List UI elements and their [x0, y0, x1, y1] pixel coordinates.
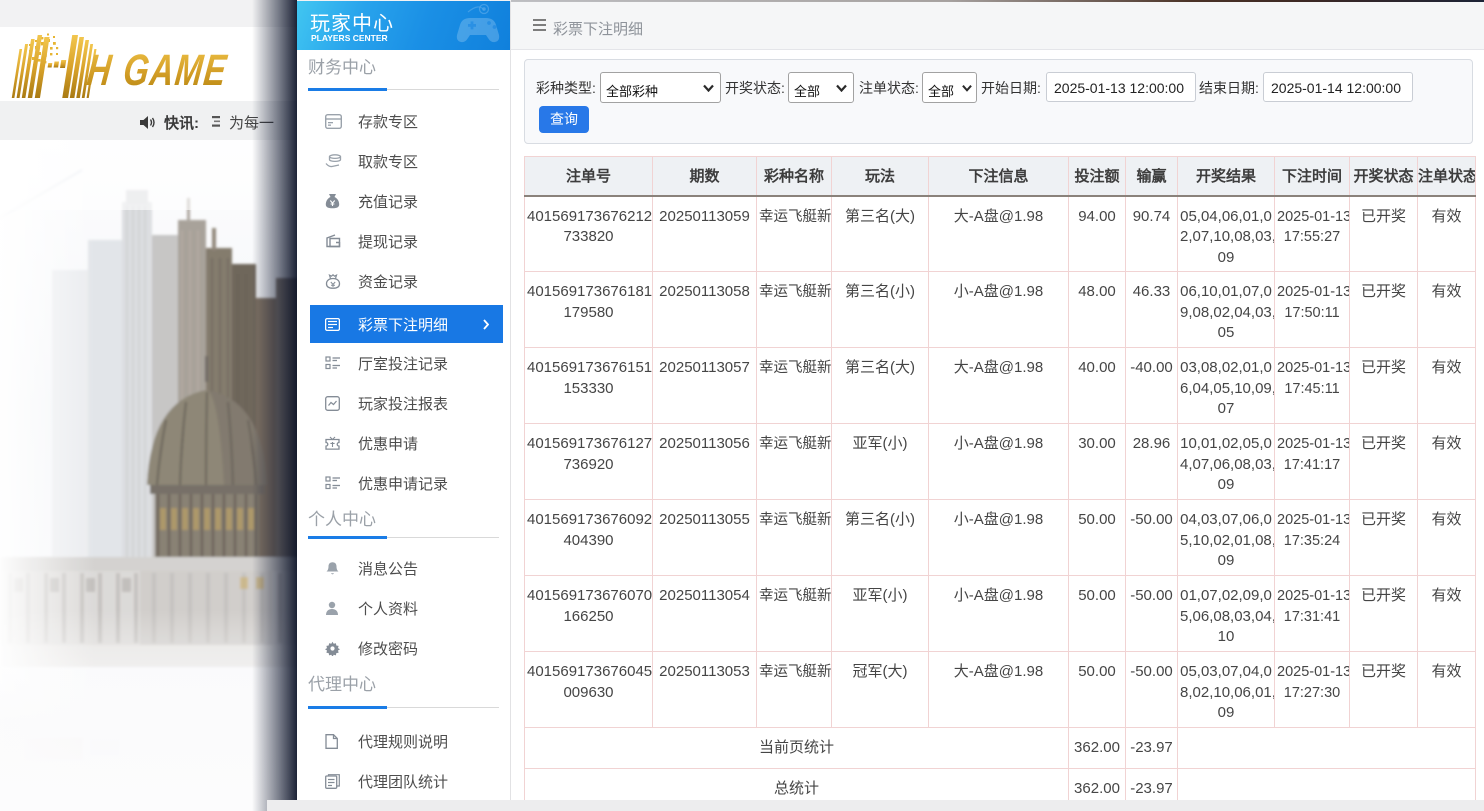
svg-text:GAME: GAME	[121, 47, 230, 96]
svg-text:H: H	[85, 47, 116, 96]
